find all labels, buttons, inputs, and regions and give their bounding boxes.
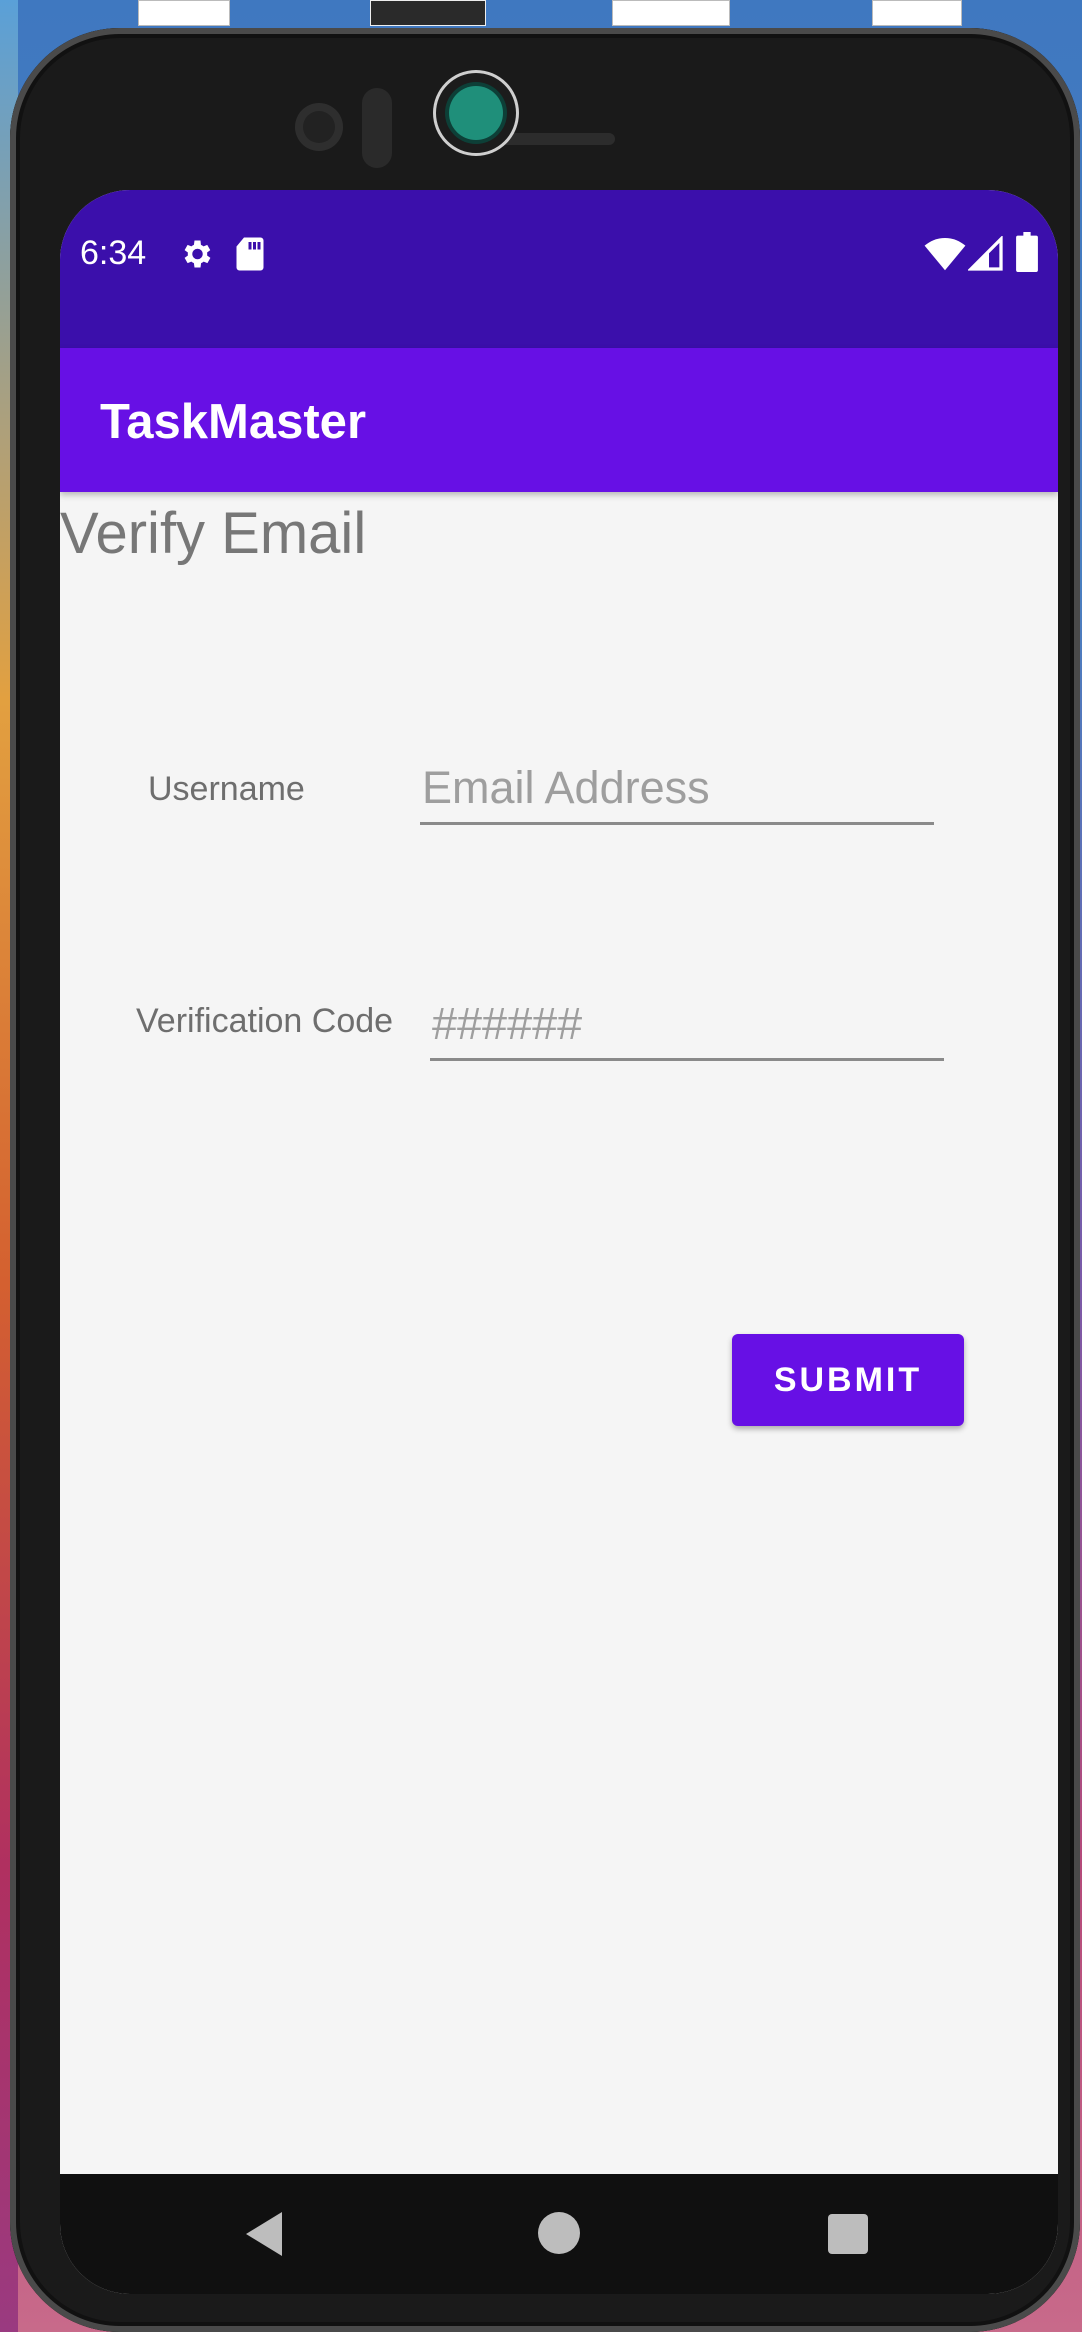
sd-card-icon bbox=[234, 236, 266, 277]
gear-icon bbox=[178, 236, 214, 277]
proximity-sensor bbox=[362, 88, 392, 168]
phone-frame: 6:34 TaskMaster Verify Email Username Ve… bbox=[10, 28, 1080, 2332]
app-bar: TaskMaster bbox=[60, 348, 1058, 492]
submit-button[interactable]: SUBMIT bbox=[732, 1334, 964, 1426]
desktop-file-thumbnail[interactable] bbox=[612, 0, 730, 26]
front-camera bbox=[295, 103, 343, 151]
email-address-input[interactable] bbox=[420, 762, 934, 825]
back-icon[interactable] bbox=[246, 2212, 286, 2261]
battery-icon bbox=[1016, 232, 1038, 277]
signal-icon bbox=[967, 235, 1004, 277]
status-bar: 6:34 bbox=[60, 190, 1058, 348]
verification-code-label: Verification Code bbox=[136, 1002, 394, 1040]
desktop-file-thumbnail[interactable] bbox=[872, 0, 962, 26]
app-title: TaskMaster bbox=[100, 395, 367, 449]
touch-indicator bbox=[433, 70, 519, 156]
status-time: 6:34 bbox=[80, 234, 147, 272]
username-label: Username bbox=[148, 770, 305, 808]
recents-icon[interactable] bbox=[828, 2214, 868, 2259]
desktop-file-thumbnail[interactable] bbox=[370, 0, 486, 26]
device-screen: 6:34 TaskMaster Verify Email Username Ve… bbox=[60, 190, 1058, 2294]
home-icon[interactable] bbox=[538, 2212, 580, 2259]
desktop-file-thumbnail[interactable] bbox=[138, 0, 230, 26]
page-title: Verify Email bbox=[60, 501, 367, 566]
verification-code-input[interactable] bbox=[430, 998, 944, 1061]
navigation-bar bbox=[60, 2174, 1058, 2294]
wifi-icon bbox=[924, 238, 966, 277]
